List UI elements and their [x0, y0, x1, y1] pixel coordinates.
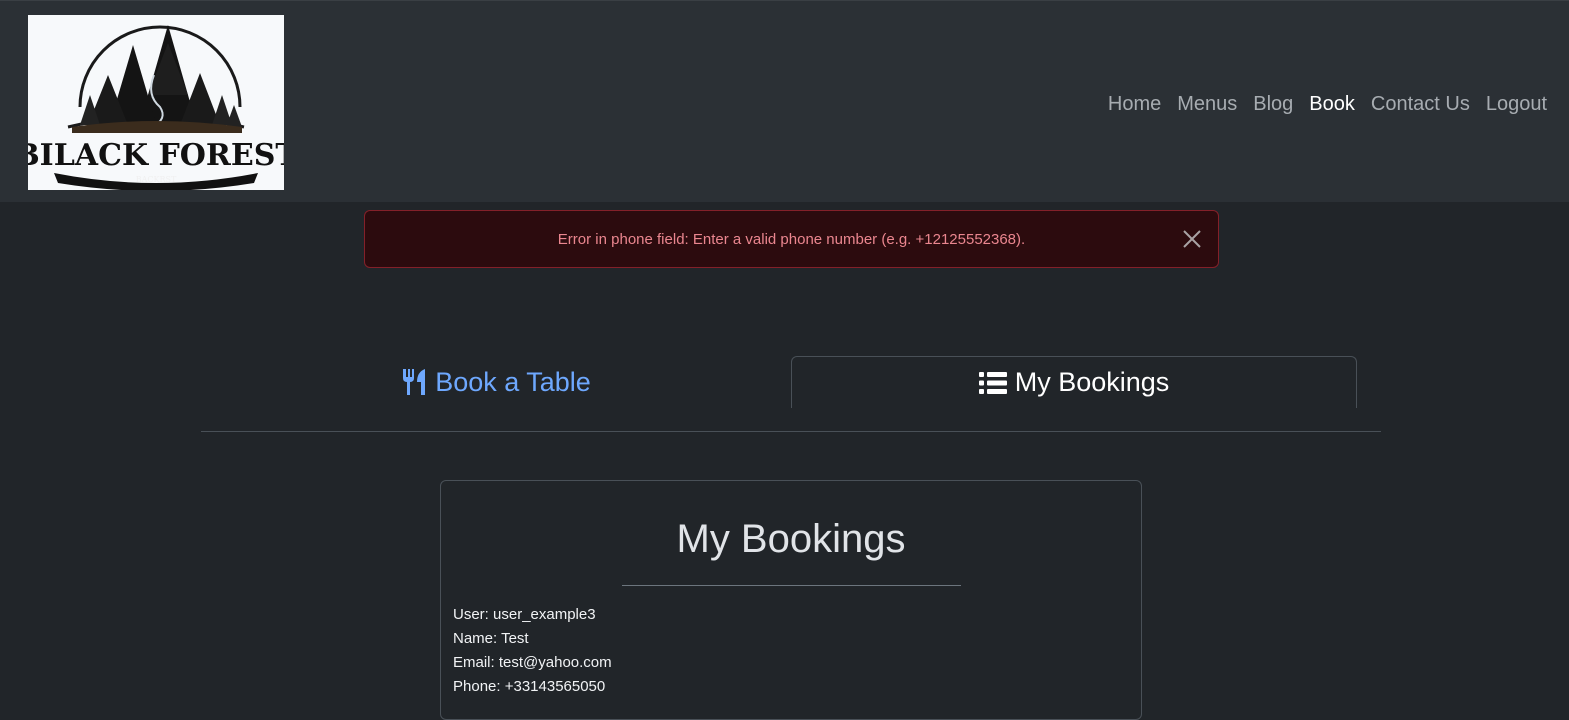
detail-phone: Phone: +33143565050 [453, 678, 606, 695]
alert-message: Error in phone field: Enter a valid phon… [557, 230, 1026, 248]
nav-logout[interactable]: Logout [1478, 89, 1547, 119]
booking-details: User: user_example3 Name: Test Email: te… [453, 603, 612, 699]
forest-logo-icon: BILACK FOREST BACKRST [28, 25, 284, 190]
nav-menus[interactable]: Menus [1169, 89, 1245, 119]
detail-name: Name: Test [453, 630, 529, 647]
booking-tabs: Book a Table My Bookings [201, 356, 1381, 432]
list-icon [978, 371, 1007, 395]
svg-text:BACKRST: BACKRST [136, 175, 177, 184]
close-icon[interactable] [1182, 229, 1202, 249]
tab-book-label: Book a Table [435, 366, 591, 397]
site-header: BILACK FOREST BACKRST Home Menus Blog Bo… [0, 0, 1569, 202]
svg-text:BILACK FOREST: BILACK FOREST [28, 138, 284, 173]
nav-blog[interactable]: Blog [1245, 89, 1301, 119]
detail-email: Email: test@yahoo.com [453, 654, 612, 671]
detail-user: User: user_example3 [453, 606, 596, 623]
tab-bookings-label: My Bookings [1014, 367, 1170, 397]
nav-home[interactable]: Home [1100, 89, 1169, 119]
main-nav: Home Menus Blog Book Contact Us Logout [1100, 89, 1547, 119]
my-bookings-card: My Bookings User: user_example3 Name: Te… [440, 480, 1142, 720]
tab-book-a-table[interactable]: Book a Table [201, 356, 791, 408]
utensils-icon [401, 368, 427, 396]
card-divider [622, 585, 961, 586]
site-logo[interactable]: BILACK FOREST BACKRST [28, 15, 284, 190]
error-alert: Error in phone field: Enter a valid phon… [364, 210, 1219, 268]
nav-contact-us[interactable]: Contact Us [1363, 89, 1478, 119]
tab-my-bookings[interactable]: My Bookings [791, 356, 1357, 408]
nav-book[interactable]: Book [1301, 89, 1363, 119]
card-title: My Bookings [676, 517, 906, 561]
